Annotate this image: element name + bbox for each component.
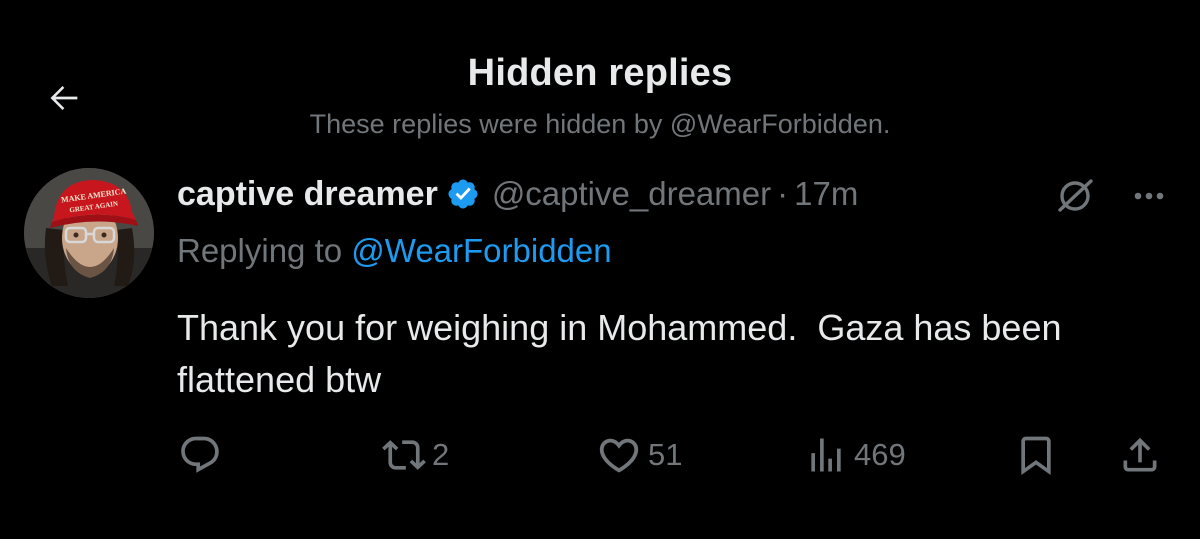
page-subtitle: These replies were hidden by @WearForbid… bbox=[309, 109, 891, 139]
views-count: 469 bbox=[854, 437, 906, 472]
tweet-text: Thank you for weighing in Mohammed. Gaza… bbox=[177, 307, 1072, 400]
like-count: 51 bbox=[648, 437, 683, 472]
page-header: Hidden replies These replies were hidden… bbox=[0, 0, 1200, 150]
replying-to-line: Replying to @WearForbidden bbox=[177, 232, 612, 270]
bookmark-button[interactable] bbox=[1014, 430, 1058, 480]
hidden-reply-tweet[interactable]: MAKE AMERICA GREAT AGAIN captive dreamer… bbox=[0, 160, 1200, 539]
retweet-button[interactable]: 2 bbox=[382, 430, 449, 480]
hidden-reply-icon[interactable] bbox=[1052, 176, 1098, 216]
retweet-icon bbox=[382, 440, 426, 470]
views-button[interactable]: 469 bbox=[804, 430, 906, 480]
reply-bubble-icon bbox=[181, 436, 219, 473]
tweet-actions: 2 51 469 bbox=[0, 430, 1200, 480]
retweet-count: 2 bbox=[432, 437, 450, 472]
bookmark-icon bbox=[1021, 436, 1051, 476]
heart-icon bbox=[599, 438, 639, 473]
tweet-header: captive dreamer @captive_dreamer · 17m bbox=[177, 172, 858, 216]
replying-to-mention[interactable]: @WearForbidden bbox=[351, 232, 611, 269]
verified-badge-icon[interactable] bbox=[446, 177, 480, 211]
share-icon bbox=[1123, 437, 1157, 472]
views-bar-chart-icon bbox=[811, 438, 841, 472]
user-handle[interactable]: @captive_dreamer bbox=[492, 175, 771, 213]
avatar-image: MAKE AMERICA GREAT AGAIN bbox=[24, 168, 154, 298]
separator-dot: · bbox=[777, 175, 789, 212]
tweet-timestamp[interactable]: 17m bbox=[794, 175, 858, 213]
reply-button[interactable] bbox=[178, 430, 228, 480]
display-name[interactable]: captive dreamer bbox=[177, 175, 438, 214]
page-title: Hidden replies bbox=[467, 52, 733, 94]
avatar[interactable]: MAKE AMERICA GREAT AGAIN bbox=[24, 168, 154, 298]
replying-to-label: Replying to bbox=[177, 232, 352, 269]
like-button[interactable]: 51 bbox=[596, 430, 682, 480]
share-button[interactable] bbox=[1118, 430, 1162, 480]
more-horizontal-icon[interactable] bbox=[1124, 178, 1174, 214]
